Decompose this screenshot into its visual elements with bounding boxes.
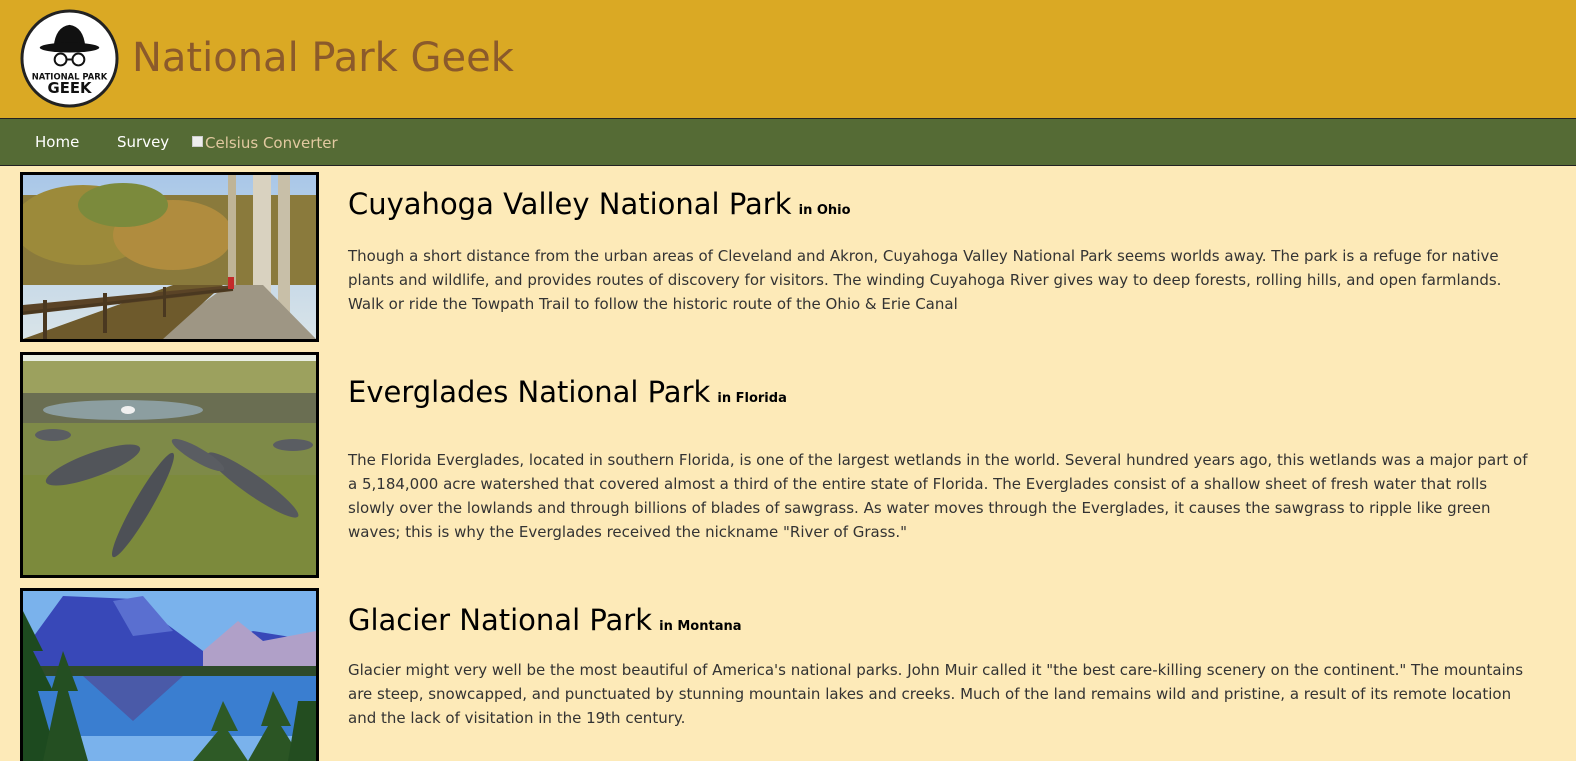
park-name: Everglades National Park xyxy=(348,375,711,409)
cuyahoga-park-description: Though a short distance from the urban a… xyxy=(348,247,1502,313)
park-state: in Ohio xyxy=(798,203,851,218)
glacier-park-photo xyxy=(20,588,319,761)
glacier-park-description: Glacier might very well be the most beau… xyxy=(348,661,1524,727)
cuyahoga-park-photo xyxy=(20,172,319,342)
site-header: NATIONAL PARK GEEK National Park Geek xyxy=(0,0,1576,118)
park-state: in Florida xyxy=(717,391,787,406)
svg-text:GEEK: GEEK xyxy=(48,79,92,97)
everglades-park-photo xyxy=(20,352,319,578)
cuyahoga-park-heading: Cuyahoga Valley National Park in Ohio xyxy=(348,185,851,223)
park-state: in Montana xyxy=(659,619,742,634)
park-name: Glacier National Park xyxy=(348,603,653,637)
main-nav: Home Survey Celsius Converter xyxy=(0,118,1576,166)
celsius-converter-checkbox[interactable] xyxy=(192,135,203,147)
everglades-park-heading: Everglades National Park in Florida xyxy=(348,373,787,411)
everglades-park-description: The Florida Everglades, located in south… xyxy=(348,451,1528,541)
nav-home-link[interactable]: Home xyxy=(35,132,79,152)
nav-survey-link[interactable]: Survey xyxy=(117,132,169,152)
glacier-park-heading: Glacier National Park in Montana xyxy=(348,601,742,639)
site-logo[interactable]: NATIONAL PARK GEEK xyxy=(20,9,119,108)
celsius-converter-toggle[interactable]: Celsius Converter xyxy=(192,133,338,153)
site-title: National Park Geek xyxy=(132,35,514,81)
celsius-converter-label: Celsius Converter xyxy=(205,134,338,152)
park-name: Cuyahoga Valley National Park xyxy=(348,187,792,221)
